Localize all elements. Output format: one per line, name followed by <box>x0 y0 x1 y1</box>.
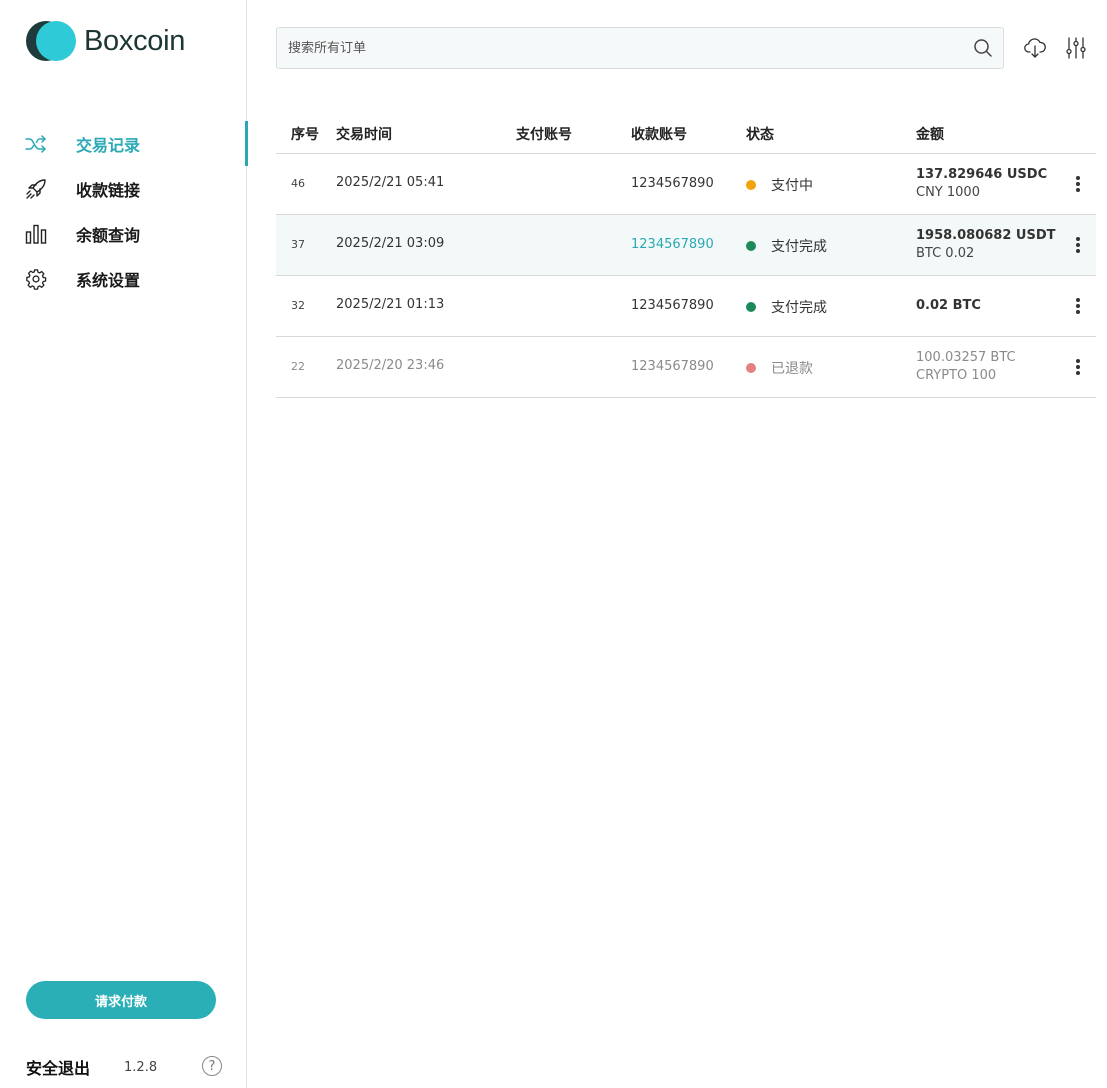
more-options-icon[interactable] <box>1068 172 1088 196</box>
amount-sub: BTC 0.02 <box>916 246 975 261</box>
column-header-amount[interactable]: 金额 <box>916 124 944 144</box>
row-status: 支付中 <box>746 175 813 195</box>
column-header-id[interactable]: 序号 <box>291 124 319 144</box>
sidebar-item-label: 交易记录 <box>76 135 141 155</box>
row-status: 支付完成 <box>746 236 827 256</box>
column-header-time[interactable]: 交易时间 <box>336 124 392 144</box>
row-recv-account: 1234567890 <box>631 298 714 313</box>
cloud-download-icon[interactable] <box>1023 36 1047 60</box>
table-row[interactable]: 37 2025/2/21 03:09 1234567890 支付完成 1958.… <box>276 215 1096 276</box>
sidebar-item-label: 余额查询 <box>76 225 141 245</box>
search-bar <box>276 27 1004 69</box>
table-header: 序号 交易时间 支付账号 收款账号 状态 金额 <box>276 112 1096 154</box>
row-id: 46 <box>291 177 305 190</box>
row-time: 2025/2/21 03:09 <box>336 236 445 251</box>
row-time: 2025/2/21 01:13 <box>336 297 445 312</box>
amount-main: 137.829646 USDC <box>916 167 1048 182</box>
transactions-table: 序号 交易时间 支付账号 收款账号 状态 金额 46 2025/2/21 05:… <box>276 112 1096 398</box>
request-payment-button[interactable]: 请求付款 <box>26 981 216 1019</box>
version-label: 1.2.8 <box>124 1059 158 1075</box>
sidebar-item-payment-links[interactable]: 收款链接 <box>0 166 247 211</box>
row-id: 32 <box>291 299 305 312</box>
status-dot <box>746 363 756 373</box>
sliders-icon[interactable] <box>1064 36 1088 60</box>
status-label: 支付完成 <box>771 300 827 316</box>
logout-link[interactable]: 安全退出 <box>26 1055 90 1079</box>
sidebar-item-label: 系统设置 <box>76 270 141 290</box>
row-time: 2025/2/21 05:41 <box>336 175 445 190</box>
shuffle-icon <box>24 132 48 156</box>
status-label: 支付中 <box>771 178 813 194</box>
sidebar: Boxcoin 交易记录 收款链接 余额查询 系统设置 请求付款 安全退出 1.… <box>0 0 248 1088</box>
brand-name: Boxcoin <box>84 24 186 57</box>
column-header-pay-account[interactable]: 支付账号 <box>516 124 572 144</box>
gear-icon <box>24 267 48 291</box>
row-amount: 0.02 BTC <box>916 297 981 315</box>
more-options-icon[interactable] <box>1068 233 1088 257</box>
row-amount: 100.03257 BTC CRYPTO 100 <box>916 349 1016 385</box>
sidebar-footer: 安全退出 1.2.8 ? <box>26 1054 222 1080</box>
logo-mark-icon <box>26 20 76 62</box>
amount-main: 0.02 BTC <box>916 298 981 313</box>
rocket-icon <box>24 177 48 201</box>
row-status: 支付完成 <box>746 297 827 317</box>
table-row[interactable]: 46 2025/2/21 05:41 1234567890 支付中 137.82… <box>276 154 1096 215</box>
sidebar-nav: 交易记录 收款链接 余额查询 系统设置 <box>0 121 248 301</box>
brand-logo[interactable]: Boxcoin <box>26 20 185 62</box>
app-window: Boxcoin 交易记录 收款链接 余额查询 系统设置 请求付款 安全退出 1.… <box>0 0 1107 1088</box>
row-id: 22 <box>291 360 305 373</box>
column-header-recv-account[interactable]: 收款账号 <box>631 124 687 144</box>
search-icon[interactable] <box>963 28 1003 68</box>
sidebar-item-transactions[interactable]: 交易记录 <box>0 121 248 166</box>
amount-sub: CNY 1000 <box>916 185 980 200</box>
amount-main: 1958.080682 USDT <box>916 228 1056 243</box>
sidebar-item-label: 收款链接 <box>76 180 141 200</box>
bar-chart-icon <box>24 222 48 246</box>
status-dot <box>746 241 756 251</box>
row-amount: 1958.080682 USDT BTC 0.02 <box>916 227 1056 263</box>
help-icon[interactable]: ? <box>202 1056 222 1076</box>
sidebar-item-settings[interactable]: 系统设置 <box>0 256 247 301</box>
table-row[interactable]: 32 2025/2/21 01:13 1234567890 支付完成 0.02 … <box>276 276 1096 337</box>
row-recv-account: 1234567890 <box>631 176 714 191</box>
row-status: 已退款 <box>746 358 813 378</box>
status-label: 已退款 <box>771 361 813 377</box>
sidebar-item-balance[interactable]: 余额查询 <box>0 211 247 256</box>
status-dot <box>746 180 756 190</box>
row-id: 37 <box>291 238 305 251</box>
row-amount: 137.829646 USDC CNY 1000 <box>916 166 1047 202</box>
search-input[interactable] <box>277 28 963 68</box>
amount-main: 100.03257 BTC <box>916 350 1016 365</box>
row-recv-account-link[interactable]: 1234567890 <box>631 237 714 252</box>
more-options-icon[interactable] <box>1068 294 1088 318</box>
column-header-status[interactable]: 状态 <box>746 124 774 144</box>
amount-sub: CRYPTO 100 <box>916 368 997 383</box>
status-label: 支付完成 <box>771 239 827 255</box>
table-row[interactable]: 22 2025/2/20 23:46 1234567890 已退款 100.03… <box>276 337 1096 398</box>
more-options-icon[interactable] <box>1068 355 1088 379</box>
row-time: 2025/2/20 23:46 <box>336 358 445 373</box>
row-recv-account: 1234567890 <box>631 359 714 374</box>
status-dot <box>746 302 756 312</box>
